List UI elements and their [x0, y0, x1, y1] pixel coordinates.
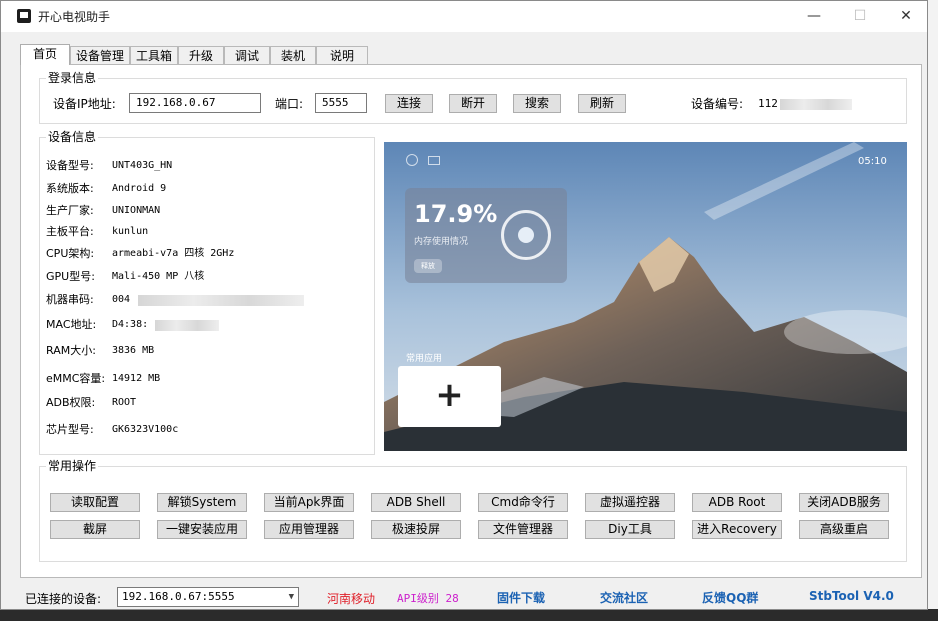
tab-toolbox[interactable]: 工具箱: [130, 46, 178, 64]
ip-label: 设备IP地址:: [53, 97, 116, 111]
model-label: 设备型号:: [46, 159, 94, 172]
serial-value: 004: [112, 294, 131, 305]
clock-text: 05:10: [858, 156, 887, 167]
device-id-value: 112: [758, 97, 778, 110]
virtual-remote-button[interactable]: 虚拟遥控器: [585, 493, 675, 512]
emmc-label: eMMC容量:: [46, 372, 106, 385]
cpu-value: armeabi-v7a 四核 2GHz: [112, 248, 235, 259]
gpu-value: Mali-450 MP 八核: [112, 271, 205, 282]
adb-permission-value: ROOT: [112, 397, 137, 408]
os-version-label: 系统版本:: [46, 182, 94, 195]
app-manager-button[interactable]: 应用管理器: [264, 520, 354, 539]
chip-value: GK6323V100c: [112, 424, 179, 435]
adb-root-button[interactable]: ADB Root: [692, 493, 782, 512]
device-screenshot: 05:10 17.9% 内存使用情况 释放 常用应用 +: [384, 142, 907, 451]
device-info-group-title: 设备信息: [46, 129, 99, 145]
os-version-value: Android 9: [112, 183, 167, 194]
read-config-button[interactable]: 读取配置: [50, 493, 140, 512]
memory-label: 内存使用情况: [414, 237, 469, 247]
carrier-text: 河南移动: [327, 592, 376, 606]
screen-cast-button[interactable]: 极速投屏: [371, 520, 461, 539]
tab-device-manage[interactable]: 设备管理: [70, 46, 130, 64]
serial-redacted: [138, 295, 304, 306]
diy-tools-button[interactable]: Diy工具: [585, 520, 675, 539]
connected-device-value: 192.168.0.67:5555: [122, 590, 235, 603]
recovery-button[interactable]: 进入Recovery: [692, 520, 782, 539]
minimize-button[interactable]: —: [791, 1, 837, 32]
tab-upgrade[interactable]: 升级: [178, 46, 224, 64]
stbtool-version-link[interactable]: StbTool V4.0: [809, 589, 894, 603]
manufacturer-value: UNIONMAN: [112, 205, 161, 216]
advanced-reboot-button[interactable]: 高级重启: [799, 520, 889, 539]
current-apk-button[interactable]: 当前Apk界面: [264, 493, 354, 512]
feedback-qq-link[interactable]: 反馈QQ群: [702, 589, 758, 606]
cpu-label: CPU架构:: [46, 247, 95, 260]
board-label: 主板平台:: [46, 225, 94, 238]
add-app-tile: +: [398, 366, 501, 427]
cmd-button[interactable]: Cmd命令行: [478, 493, 568, 512]
board-value: kunlun: [112, 226, 149, 237]
install-app-button[interactable]: 一键安装应用: [157, 520, 247, 539]
api-level-text: API级别 28: [397, 592, 459, 605]
app-window: 开心电视助手 — ☐ ✕ 首页 设备管理 工具箱 升级 调试 装机 说明 登录信…: [0, 0, 928, 610]
file-manager-button[interactable]: 文件管理器: [478, 520, 568, 539]
port-input[interactable]: 5555: [315, 93, 367, 113]
connected-label: 已连接的设备:: [25, 592, 102, 606]
chip-label: 芯片型号:: [46, 423, 94, 436]
maximize-button[interactable]: ☐: [837, 1, 883, 32]
adb-permission-label: ADB权限:: [46, 396, 96, 409]
adb-shell-button[interactable]: ADB Shell: [371, 493, 461, 512]
memory-percent: 17.9%: [414, 200, 498, 228]
fan-icon: [501, 210, 551, 260]
login-group-title: 登录信息: [46, 70, 99, 86]
ram-value: 3836 MB: [112, 345, 155, 356]
background-window-strip: [927, 0, 938, 621]
release-button: 释放: [414, 259, 442, 273]
search-button[interactable]: 搜索: [513, 94, 561, 113]
emmc-value: 14912 MB: [112, 373, 161, 384]
tab-help[interactable]: 说明: [316, 46, 368, 64]
close-button[interactable]: ✕: [883, 1, 929, 32]
ip-input[interactable]: 192.168.0.67: [129, 93, 261, 113]
connected-device-select[interactable]: 192.168.0.67:5555 ▼: [117, 587, 299, 607]
mac-redacted: [155, 320, 219, 331]
disconnect-button[interactable]: 断开: [449, 94, 497, 113]
refresh-button[interactable]: 刷新: [578, 94, 626, 113]
firmware-download-link[interactable]: 固件下载: [497, 589, 545, 606]
ops-group-title: 常用操作: [46, 458, 99, 474]
status-bar: 已连接的设备: 192.168.0.67:5555 ▼ 河南移动 API级别 2…: [1, 579, 927, 610]
ram-label: RAM大小:: [46, 344, 96, 357]
common-apps-label: 常用应用: [406, 354, 443, 364]
ops-group: 常用操作 读取配置 解锁System 当前Apk界面 ADB Shell Cmd…: [39, 458, 907, 562]
device-id-redacted: [780, 99, 852, 110]
device-info-group: 设备信息 设备型号: UNT403G_HN 系统版本: Android 9 生产…: [39, 129, 375, 455]
mac-value: D4:38:: [112, 319, 149, 330]
home-panel: 登录信息 设备IP地址: 192.168.0.67 端口: 5555 连接 断开…: [20, 64, 922, 578]
window-title: 开心电视助手: [38, 10, 111, 24]
manufacturer-label: 生产厂家:: [46, 204, 94, 217]
tab-home[interactable]: 首页: [20, 44, 70, 65]
title-bar: 开心电视助手 — ☐ ✕: [1, 1, 927, 32]
connect-button[interactable]: 连接: [385, 94, 433, 113]
background-taskbar: [0, 609, 938, 621]
model-value: UNT403G_HN: [112, 160, 173, 171]
app-icon: [17, 9, 31, 23]
tab-install[interactable]: 装机: [270, 46, 316, 64]
settings-icon: [406, 154, 418, 166]
screen-icon: [428, 156, 440, 165]
login-group: 登录信息 设备IP地址: 192.168.0.67 端口: 5555 连接 断开…: [39, 70, 907, 124]
mac-label: MAC地址:: [46, 318, 97, 331]
screenshot-button[interactable]: 截屏: [50, 520, 140, 539]
port-label: 端口:: [275, 97, 304, 111]
community-link[interactable]: 交流社区: [600, 589, 648, 606]
close-adb-button[interactable]: 关闭ADB服务: [799, 493, 889, 512]
gpu-label: GPU型号:: [46, 270, 95, 283]
unlock-system-button[interactable]: 解锁System: [157, 493, 247, 512]
memory-widget: 17.9% 内存使用情况 释放: [405, 188, 567, 283]
chevron-down-icon: ▼: [288, 592, 294, 602]
device-id-label: 设备编号:: [691, 97, 744, 111]
serial-label: 机器串码:: [46, 293, 94, 306]
tab-debug[interactable]: 调试: [224, 46, 270, 64]
